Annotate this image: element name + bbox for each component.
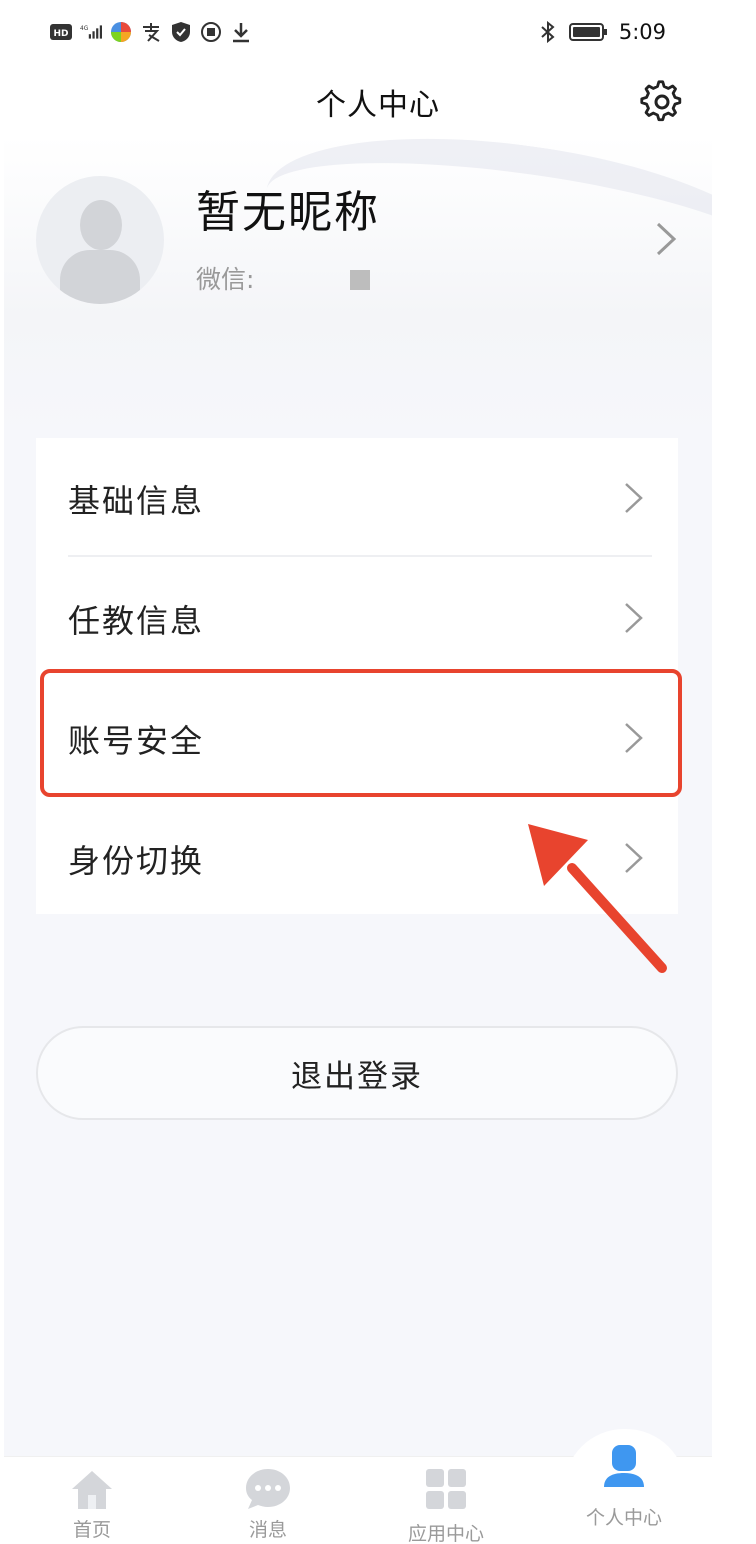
arrow-annotation	[528, 824, 667, 973]
battery-icon	[568, 20, 609, 44]
alipay-icon	[140, 20, 162, 44]
wechat-label: 微信:	[196, 265, 255, 294]
gear-icon	[640, 80, 682, 122]
status-time: 5:09	[618, 20, 666, 44]
chevron-right-icon	[625, 483, 643, 513]
hd-icon: HD	[50, 20, 72, 44]
svg-text:HD: HD	[53, 29, 68, 39]
message-icon	[246, 1469, 290, 1509]
avatar-body	[60, 250, 140, 304]
chevron-right-icon	[656, 222, 677, 256]
home-icon	[72, 1471, 112, 1509]
logout-button[interactable]: 退出登录	[36, 1026, 678, 1120]
tab-label: 个人中心	[585, 1507, 662, 1529]
avatar-head	[80, 200, 122, 250]
svg-text:4G: 4G	[80, 26, 89, 32]
wechat-value-redacted	[350, 270, 370, 290]
signal-icon: 4G	[80, 20, 102, 44]
menu-item-teaching-info[interactable]: 任教信息	[36, 558, 678, 676]
download-icon	[230, 20, 252, 44]
shield-icon	[170, 20, 192, 44]
profile-card[interactable]: 暂无昵称 微信:	[4, 136, 712, 436]
status-bar: HD 4G 5:09	[0, 0, 756, 66]
menu-item-label: 身份切换	[68, 842, 205, 880]
menu-item-label: 任教信息	[68, 602, 205, 640]
divider	[68, 555, 652, 557]
menu-item-basic-info[interactable]: 基础信息	[36, 438, 678, 557]
menu-item-label: 账号安全	[68, 722, 205, 760]
menu-item-label: 基础信息	[68, 482, 205, 520]
bottom-tab-bar: 首页 消息 应用中心 个人中心	[4, 1429, 712, 1544]
avatar	[36, 176, 164, 304]
status-icons-right: 5:09	[537, 20, 666, 44]
tab-label: 首页	[72, 1519, 111, 1541]
tab-home[interactable]: 首页	[12, 1457, 172, 1544]
chevron-right-icon	[625, 723, 643, 753]
menu-item-account-security[interactable]: 账号安全	[36, 678, 678, 796]
user-icon	[604, 1445, 644, 1487]
nav-header: 个人中心	[0, 66, 756, 136]
status-icons-left: HD 4G	[50, 20, 252, 44]
app-icon	[110, 20, 132, 44]
apps-icon	[426, 1469, 466, 1509]
tab-messages[interactable]: 消息	[188, 1457, 348, 1544]
tab-profile[interactable]: 个人中心	[544, 1445, 704, 1544]
app-icon	[200, 20, 222, 44]
tab-label: 消息	[248, 1519, 287, 1541]
nickname: 暂无昵称	[196, 187, 380, 238]
bluetooth-icon	[537, 20, 559, 44]
tab-app-center[interactable]: 应用中心	[366, 1457, 526, 1544]
chevron-right-icon	[625, 603, 643, 633]
settings-button[interactable]	[640, 80, 684, 124]
tab-label: 应用中心	[407, 1523, 484, 1544]
